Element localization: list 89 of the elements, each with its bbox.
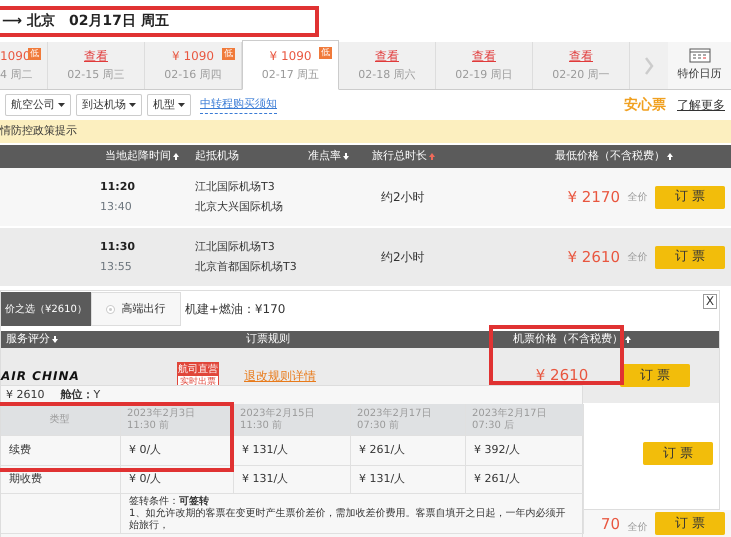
- date-text: 02-19 周日: [455, 67, 513, 84]
- flight-row[interactable]: 11:20 13:40 江北国际机场T3 北京大兴国际机场 约2小时 ¥ 2170 全价 订 票: [0, 168, 731, 226]
- endorse-text: 签转条件：可签转: [129, 496, 209, 508]
- departure-airport: 江北国际机场T3: [195, 179, 276, 195]
- date-tab[interactable]: 查看 02-18 周六: [339, 42, 436, 89]
- brand-logo: 安心票: [624, 96, 666, 114]
- book-button[interactable]: 订 票: [655, 246, 725, 268]
- calendar-label: 特价日历: [678, 66, 722, 82]
- column-header[interactable]: 当地起降时间: [105, 148, 171, 165]
- price-text: ¥ 1090: [172, 48, 214, 66]
- column-header[interactable]: 准点率: [308, 148, 341, 165]
- calendar-tab[interactable]: 特价日历: [668, 42, 731, 89]
- arrival-airport: 北京大兴国际机场: [195, 198, 284, 214]
- departure-airport: 江北国际机场T3: [195, 239, 276, 255]
- fees-text: 机建+燃油：¥170: [184, 301, 286, 318]
- fare-type: 全价: [628, 192, 648, 202]
- transfer-info-link[interactable]: 中转程购买须知: [200, 96, 277, 114]
- flight-row[interactable]: 11:30 13:55 江北国际机场T3 北京首都国际机场T3 约2小时 ¥ 2610 全价 订 票: [0, 228, 731, 286]
- notice-bar: 情防控政策提示: [0, 120, 731, 143]
- price-text: ¥ 2610: [568, 248, 620, 266]
- fee-amount: ¥ 131/人: [234, 466, 351, 494]
- column-header: 类型: [1, 404, 121, 436]
- rule-note: 1、如允许改期的客票在变更时产生票价差价，需加收差价费用。客票自填开之日起，一年内必须开始旅行，: [129, 508, 566, 532]
- date-text: 4 周二: [0, 67, 32, 84]
- book-button[interactable]: 订 票: [655, 186, 725, 208]
- fee-amount: ¥ 261/人: [466, 466, 584, 494]
- column-header[interactable]: 订票规则: [246, 331, 290, 348]
- book-button[interactable]: 订 票: [643, 442, 713, 465]
- departure-time: 11:30: [100, 239, 136, 255]
- fee-amount: ¥ 261/人: [351, 436, 466, 466]
- price-text: ¥ 2610: [536, 366, 588, 384]
- fare-type: 全价: [628, 252, 648, 262]
- view-link[interactable]: 查看: [84, 47, 108, 66]
- caret-icon: [129, 103, 136, 107]
- column-header[interactable]: 服务评分: [6, 331, 50, 348]
- column-header: 2023年2月15日 11:30 前: [234, 404, 351, 436]
- low-price-tag: 低: [319, 47, 332, 59]
- book-button[interactable]: 订 票: [655, 512, 725, 535]
- low-price-tag: 低: [28, 48, 41, 60]
- arrival-time: 13:55: [100, 258, 133, 274]
- duration-text: 约2小时: [381, 190, 425, 204]
- price-text: ¥ 2610: [6, 386, 44, 403]
- column-header[interactable]: 旅行总时长: [372, 148, 427, 165]
- arrival-airport: 北京首都国际机场T3: [195, 258, 298, 274]
- date-text: 02-17 周五: [262, 66, 320, 83]
- airline-logo: AIR CHINA: [1, 368, 80, 382]
- date-title: 02月17日 周五: [68, 12, 169, 30]
- date-text: 02-18 周六: [358, 67, 416, 84]
- fee-type: 续费: [1, 436, 121, 466]
- duration-text: 约2小时: [381, 250, 425, 264]
- route-title: ⟶ 北京: [2, 12, 55, 30]
- column-header: 2023年2月17日 07:30 前: [351, 404, 466, 436]
- caret-icon: [178, 103, 185, 107]
- view-link[interactable]: 查看: [569, 47, 593, 66]
- date-text: 02-16 周四: [164, 67, 222, 84]
- price-text: ¥ 1090: [270, 48, 312, 65]
- low-price-tag: 低: [222, 48, 235, 60]
- filter-dropdown[interactable]: 机型: [147, 94, 191, 116]
- departure-time: 11:20: [100, 179, 136, 195]
- book-button[interactable]: 订 票: [620, 364, 690, 387]
- date-tab[interactable]: 查看 02-19 周日: [436, 42, 533, 89]
- fee-amount: ¥ 131/人: [234, 436, 351, 466]
- close-button[interactable]: X: [703, 294, 717, 309]
- fare-type: 全价: [628, 522, 648, 533]
- calendar-icon: [688, 48, 710, 64]
- price-text: 70: [600, 514, 620, 532]
- learn-more-link[interactable]: 了解更多: [677, 96, 725, 114]
- fee-amount: ¥ 131/人: [351, 466, 466, 494]
- date-text: 02-15 周三: [67, 67, 125, 84]
- cabin-text: 舱位：Y: [60, 386, 100, 403]
- date-text: 02-20 周一: [552, 67, 610, 84]
- column-header[interactable]: 起抵机场: [195, 148, 239, 165]
- column-header: 2023年2月17日 07:30 后: [466, 404, 584, 436]
- arrival-time: 13:40: [100, 198, 133, 214]
- filter-dropdown[interactable]: 航空公司: [5, 94, 71, 116]
- date-tab[interactable]: ¥ 1090 低 02-17 周五: [242, 40, 339, 90]
- fare-tab[interactable]: 价之选（¥2610）: [1, 292, 91, 326]
- date-tab[interactable]: 查看 02-15 周三: [48, 42, 145, 89]
- view-link[interactable]: 查看: [375, 47, 399, 66]
- filter-dropdown[interactable]: 到达机场: [76, 94, 142, 116]
- caret-icon: [58, 103, 65, 107]
- column-header[interactable]: 最低价格（不含税费）: [555, 148, 665, 165]
- fee-amount: ¥ 392/人: [466, 436, 584, 466]
- fare-tab[interactable]: 高端出行: [90, 292, 181, 326]
- date-tab[interactable]: 查看 02-20 周一: [533, 42, 630, 89]
- radio-icon: [106, 304, 116, 314]
- price-text: ¥ 2170: [568, 188, 620, 206]
- view-link[interactable]: 查看: [472, 47, 496, 66]
- column-header[interactable]: 机票价格（不含税费）: [513, 331, 623, 348]
